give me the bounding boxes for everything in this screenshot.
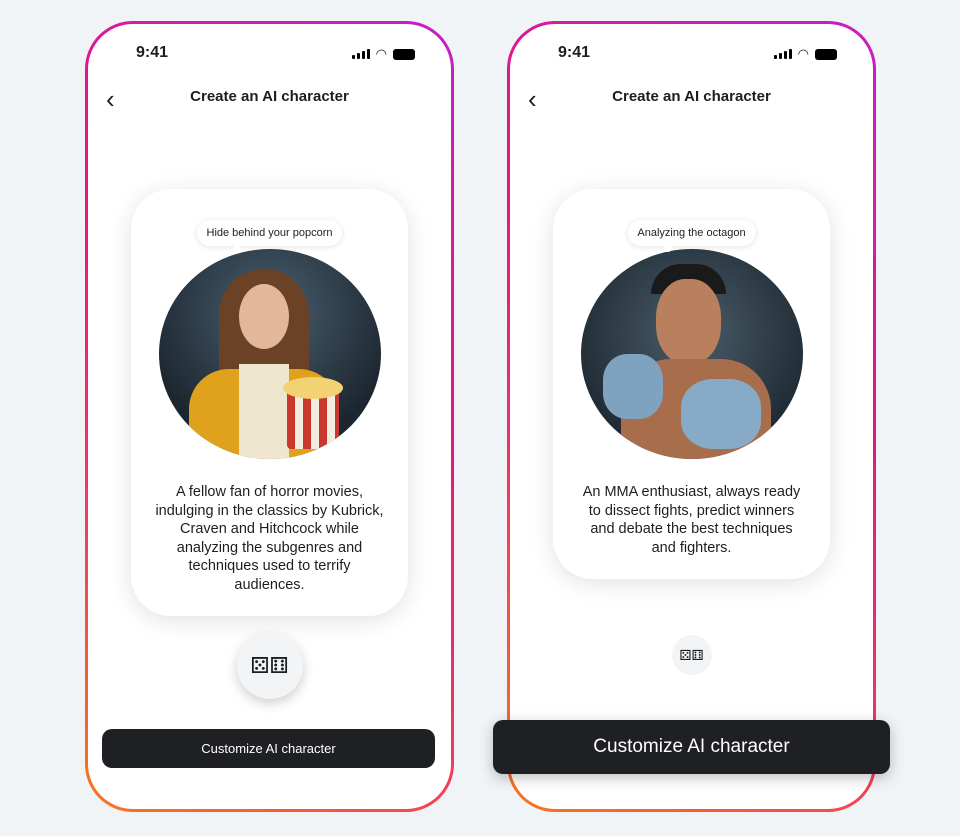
phone-right: 9:41 ◠ ‹ Create an AI character Analyzin… <box>493 21 890 812</box>
wifi-icon: ◠ <box>375 46 387 61</box>
dice-icon: ⚄⚅ <box>679 646 704 663</box>
page-title: Create an AI character <box>612 88 771 105</box>
character-image <box>158 249 381 459</box>
character-description: A fellow fan of horror movies, indulging… <box>155 484 384 593</box>
battery-icon <box>393 48 415 60</box>
customize-button[interactable]: Customize AI character <box>102 729 435 768</box>
randomize-button[interactable]: ⚄⚅ <box>671 635 712 675</box>
thought-bubble: Analyzing the octagon <box>627 220 756 252</box>
signal-icon <box>351 49 370 59</box>
character-image <box>580 249 803 459</box>
wifi-icon: ◠ <box>797 46 809 61</box>
phone-left: 9:41 ◠ ‹ Create an AI character Hide beh… <box>85 21 454 812</box>
thought-bubble: Hide behind your popcorn <box>196 220 343 252</box>
battery-icon <box>815 48 837 60</box>
status-time: 9:41 <box>558 44 591 61</box>
character-card: Hide behind your popcorn A fellow fan of… <box>131 189 408 616</box>
page-title: Create an AI character <box>190 88 349 105</box>
customize-button[interactable]: Customize AI character <box>493 720 890 774</box>
status-icons: ◠ <box>773 46 837 62</box>
character-description: An MMA enthusiast, always ready to disse… <box>582 484 801 556</box>
status-icons: ◠ <box>351 46 415 62</box>
signal-icon <box>773 49 792 59</box>
status-time: 9:41 <box>136 44 169 61</box>
character-card: Analyzing the octagon An MMA enthusiast,… <box>553 189 830 579</box>
dice-icon: ⚄⚅ <box>250 653 289 678</box>
randomize-button[interactable]: ⚄⚅ <box>236 633 303 699</box>
